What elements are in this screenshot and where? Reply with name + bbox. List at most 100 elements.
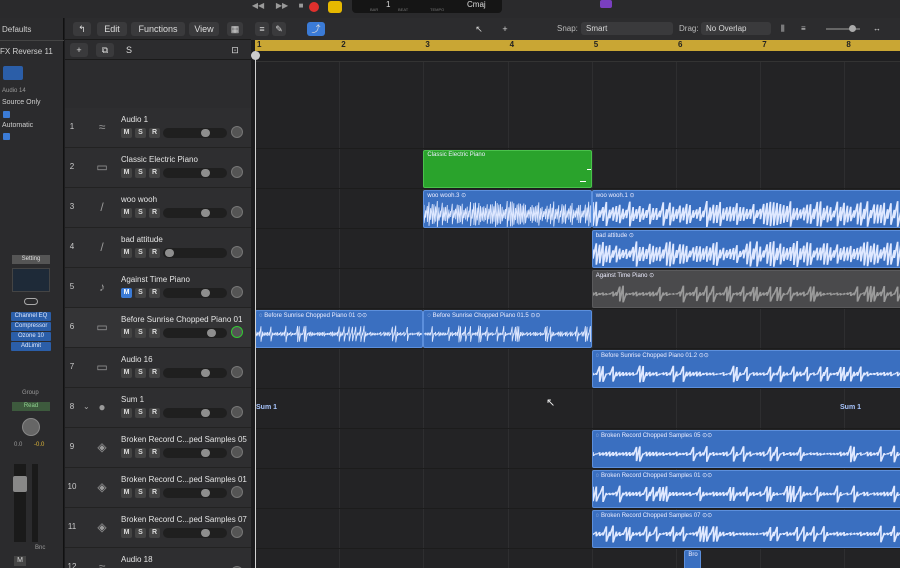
track-name[interactable]: Broken Record C...ped Samples 01	[121, 475, 247, 484]
waveform-icon[interactable]: ≈	[93, 558, 111, 568]
track-volume-slider[interactable]	[163, 448, 227, 458]
eye-icon[interactable]	[24, 298, 38, 305]
audio-region[interactable]: ◌ Broken Record Chopped Samples 07 ⊙⊙	[591, 510, 900, 548]
track-name[interactable]: woo wooh	[121, 195, 157, 204]
solo-button[interactable]: S	[135, 168, 146, 178]
group-label[interactable]: Group	[22, 390, 39, 396]
track-name[interactable]: Before Sunrise Chopped Piano 01	[121, 315, 242, 324]
keyboard-icon[interactable]: ▭	[93, 358, 111, 376]
audio-region[interactable]: ◌ Before Sunrise Chopped Piano 01.5 ⊙⊙	[423, 310, 592, 348]
record-enable-button[interactable]: R	[149, 368, 160, 378]
solo-button[interactable]: S	[135, 248, 146, 258]
microphone-icon[interactable]: /	[93, 238, 111, 256]
inspector-source[interactable]: Source Only	[2, 99, 41, 106]
duplicate-track-button[interactable]: ⧉	[96, 43, 114, 57]
record-enable-button[interactable]: R	[149, 328, 160, 338]
audio-region[interactable]: bad attitude ⊙	[591, 230, 900, 268]
track-name[interactable]: Audio 1	[121, 115, 148, 124]
rewind-icon[interactable]: ◀◀	[248, 1, 268, 13]
marker-lane[interactable]	[255, 51, 900, 62]
volume-knob[interactable]	[201, 529, 210, 537]
summing-icon[interactable]: ●	[93, 398, 111, 416]
track-lane[interactable]	[255, 109, 900, 149]
secondary-tool-icon[interactable]: +	[495, 22, 515, 36]
plugin-slot[interactable]: Compressor	[11, 322, 51, 331]
snap-dropdown[interactable]: Smart	[581, 22, 673, 35]
view-menu[interactable]: View	[189, 22, 219, 36]
track-lane[interactable]	[255, 389, 900, 429]
mute-button[interactable]: M	[121, 368, 132, 378]
volume-knob[interactable]	[201, 129, 210, 137]
track-volume-slider[interactable]	[163, 208, 227, 218]
zoom-slider-knob[interactable]	[849, 25, 856, 32]
disclosure-chevron-icon[interactable]: ⌄	[83, 402, 90, 411]
mute-button[interactable]: M	[121, 328, 132, 338]
track-volume-slider[interactable]	[163, 328, 227, 338]
microphone-icon[interactable]: /	[93, 198, 111, 216]
solo-button[interactable]: S	[135, 408, 146, 418]
track-name[interactable]: Audio 18	[121, 555, 153, 564]
playhead-handle[interactable]	[251, 51, 260, 60]
solo-button[interactable]: S	[135, 128, 146, 138]
checkbox-icon[interactable]	[3, 111, 10, 118]
track-header[interactable]: 8 ● Sum 1 M S R ⌄	[65, 388, 251, 428]
record-enable-button[interactable]: R	[149, 128, 160, 138]
track-name[interactable]: Against Time Piano	[121, 275, 190, 284]
track-volume-slider[interactable]	[163, 408, 227, 418]
solo-button[interactable]: S	[135, 288, 146, 298]
record-enable-button[interactable]: R	[149, 208, 160, 218]
mute-button[interactable]: M	[121, 168, 132, 178]
speaker-icon[interactable]: ◈	[93, 438, 111, 456]
mute-button[interactable]: M	[14, 556, 26, 566]
global-solo-button[interactable]: S	[121, 43, 137, 57]
track-header[interactable]: 1 ≈ Audio 1 MSR	[65, 108, 251, 148]
record-button[interactable]	[309, 2, 319, 12]
pan-knob[interactable]	[231, 206, 243, 218]
record-enable-button[interactable]: R	[149, 408, 160, 418]
eq-display[interactable]	[12, 268, 50, 292]
mute-button[interactable]: M	[121, 288, 132, 298]
track-header[interactable]: 7 ▭ Audio 16 M S R	[65, 348, 251, 388]
midi-region[interactable]: Classic Electric Piano	[423, 150, 592, 188]
track-header[interactable]: 10 ◈ Broken Record C...ped Samples 01 M S R	[65, 468, 251, 508]
solo-button[interactable]: S	[135, 328, 146, 338]
record-enable-button[interactable]: R	[149, 248, 160, 258]
track-header[interactable]: 11 ◈ Broken Record C...ped Samples 07 M S R	[65, 508, 251, 548]
volume-knob[interactable]	[201, 209, 210, 217]
audio-region[interactable]: woo wooh.1 ⊙	[591, 190, 900, 228]
record-enable-button[interactable]: R	[149, 488, 160, 498]
speaker-icon[interactable]: ◈	[93, 518, 111, 536]
piano-icon[interactable]: ♪	[93, 278, 111, 296]
record-enable-button[interactable]: R	[149, 168, 160, 178]
stop-icon[interactable]: ■	[296, 1, 306, 13]
pan-knob[interactable]	[231, 166, 243, 178]
audio-region[interactable]: ◌ Before Sunrise Chopped Piano 01.2 ⊙⊙	[591, 350, 900, 388]
edit-menu[interactable]: Edit	[97, 22, 127, 36]
track-volume-slider[interactable]	[163, 288, 227, 298]
bounce-button[interactable]: Bnc	[35, 545, 45, 551]
volume-knob[interactable]	[201, 409, 210, 417]
pan-knob[interactable]	[231, 526, 243, 538]
mute-button[interactable]: M	[121, 448, 132, 458]
pan-knob[interactable]	[231, 486, 243, 498]
volume-knob[interactable]	[201, 289, 210, 297]
grid-view-icon[interactable]: ▦	[227, 22, 243, 36]
track-header[interactable]: 4 / bad attitude M S R	[65, 228, 251, 268]
pan-knob[interactable]	[231, 126, 243, 138]
mute-button[interactable]: M	[121, 408, 132, 418]
track-volume-slider[interactable]	[163, 368, 227, 378]
add-track-button[interactable]: +	[70, 43, 88, 57]
pan-knob[interactable]	[231, 446, 243, 458]
plugin-slot[interactable]: Ozone 10	[11, 332, 51, 341]
speaker-icon[interactable]: ◈	[93, 478, 111, 496]
keyboard-icon[interactable]: ▭	[93, 318, 111, 336]
volume-knob[interactable]	[201, 449, 210, 457]
track-name[interactable]: Classic Electric Piano	[121, 155, 198, 164]
mute-button[interactable]: M	[121, 128, 132, 138]
track-name[interactable]: Broken Record C...ped Samples 07	[121, 515, 247, 524]
mute-button[interactable]: M	[121, 248, 132, 258]
plugin-slot[interactable]: Channel EQ	[11, 312, 51, 321]
track-name[interactable]: Audio 16	[121, 355, 153, 364]
audio-region[interactable]: ◌ Broken Record Chopped Samples 05 ⊙⊙	[591, 430, 900, 468]
track-volume-slider[interactable]	[163, 168, 227, 178]
